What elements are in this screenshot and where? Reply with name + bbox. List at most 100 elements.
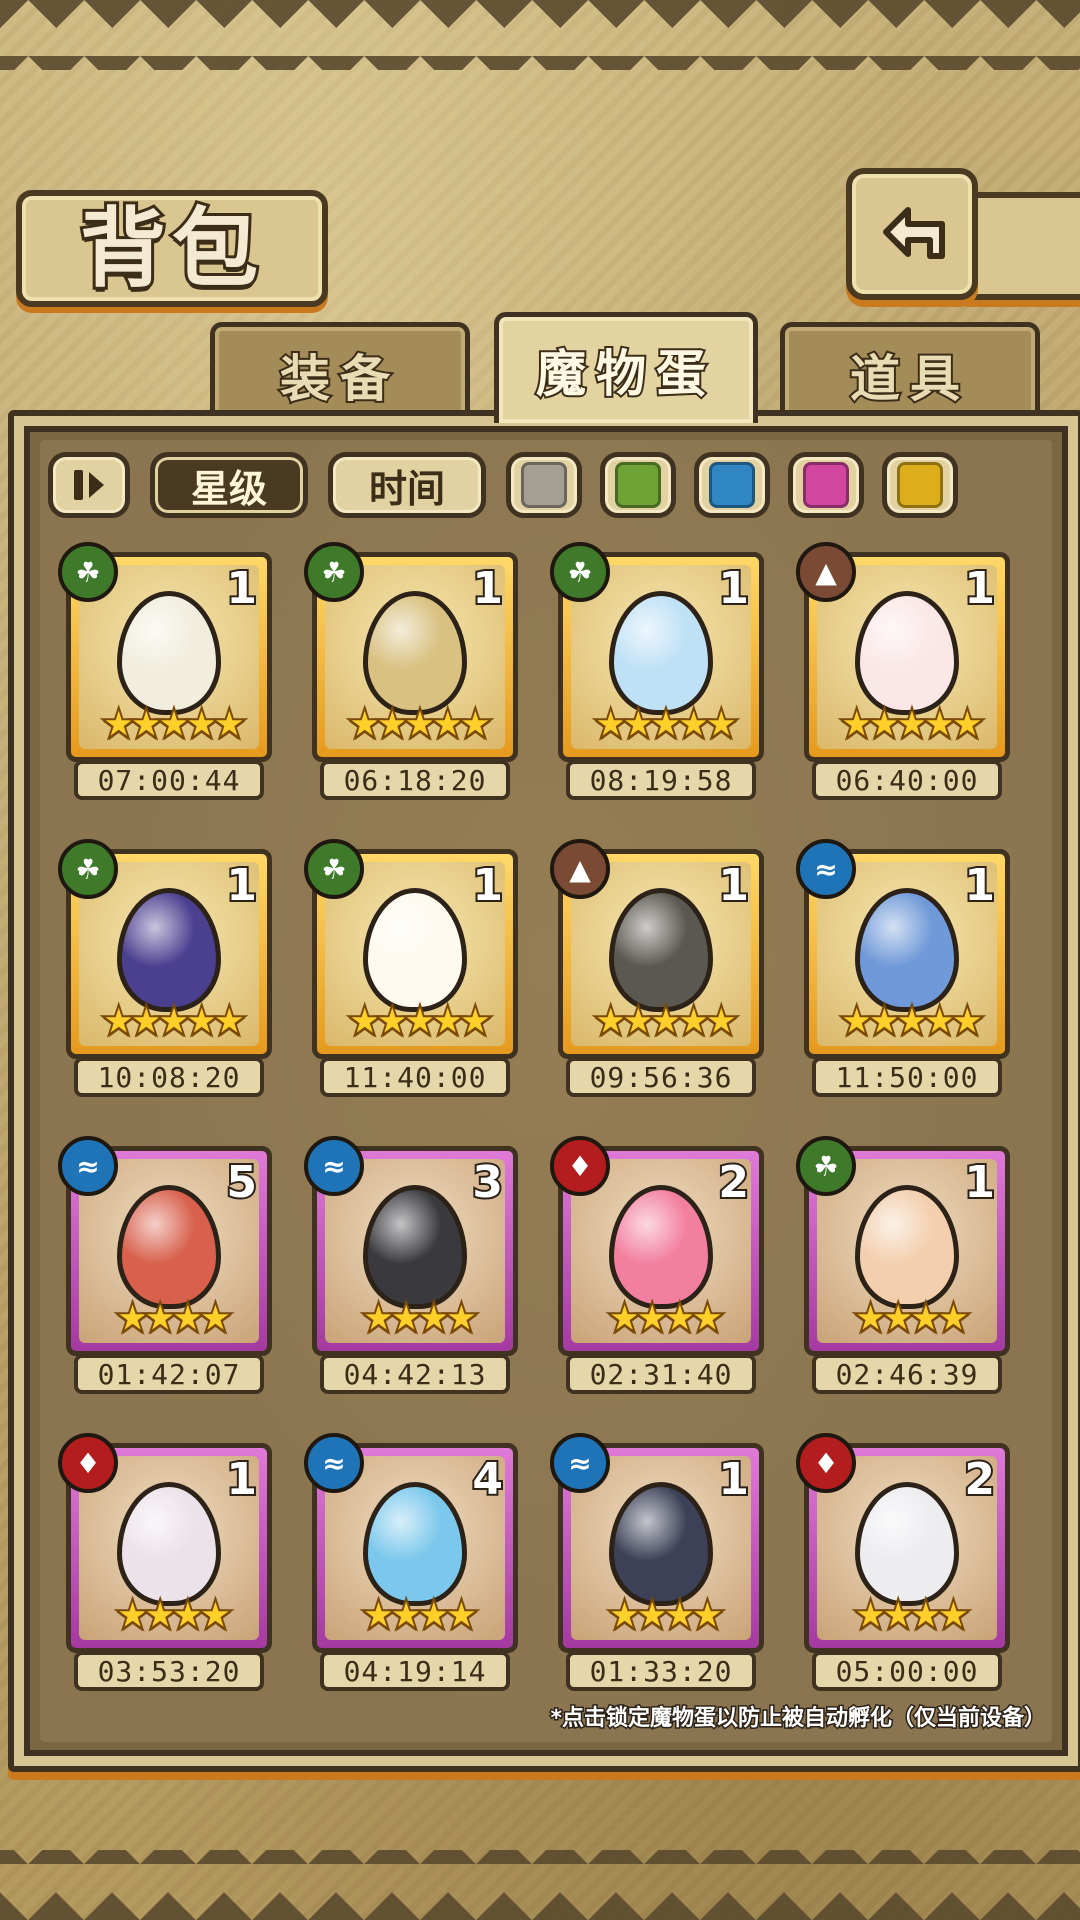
sort-by-star-label: 星级 xyxy=(190,466,267,511)
egg-card[interactable]: 3 ★★★★ ≈ 04:42:13 xyxy=(304,1136,518,1394)
star-icon: ★ xyxy=(455,996,495,1045)
star-icon: ★ xyxy=(646,996,686,1045)
sort-by-star-button[interactable]: 星级 xyxy=(150,452,308,518)
egg-card[interactable]: 1 ★★★★★ ☘ 06:18:20 xyxy=(304,542,518,800)
egg-card[interactable]: 1 ★★★★★ ▲ 06:40:00 xyxy=(796,542,1010,800)
back-button[interactable] xyxy=(846,168,978,300)
star-icon: ★ xyxy=(605,1590,645,1639)
star-icon: ★ xyxy=(878,1293,918,1342)
sort-order-icon xyxy=(74,470,104,500)
star-icon: ★ xyxy=(906,1293,946,1342)
water-element-icon: ≈ xyxy=(304,1136,364,1196)
star-icon: ★ xyxy=(920,996,960,1045)
egg-card[interactable]: 4 ★★★★ ≈ 04:19:14 xyxy=(304,1433,518,1691)
star-icon: ★ xyxy=(947,996,987,1045)
hatch-timer: 02:31:40 xyxy=(566,1354,756,1394)
hatch-time: 08:19:58 xyxy=(589,763,733,797)
star-rating: ★★★★★ xyxy=(563,702,759,746)
filter-bar: 星级 时间 xyxy=(48,452,1048,524)
egg-card[interactable]: 1 ★★★★ ♦ 03:53:20 xyxy=(58,1433,272,1691)
sort-by-time-button[interactable]: 时间 xyxy=(328,452,486,518)
star-icon: ★ xyxy=(127,996,167,1045)
star-icon: ★ xyxy=(359,1590,399,1639)
star-rating: ★★★★★ xyxy=(317,702,513,746)
star-rating: ★★★★ xyxy=(71,1296,267,1340)
hatch-timer: 10:08:20 xyxy=(74,1057,264,1097)
nature-element-icon: ☘ xyxy=(550,542,610,602)
egg-card[interactable]: 2 ★★★★ ♦ 05:00:00 xyxy=(796,1433,1010,1691)
star-icon: ★ xyxy=(701,996,741,1045)
egg-card[interactable]: 1 ★★★★★ ☘ 08:19:58 xyxy=(550,542,764,800)
egg-count: 5 xyxy=(224,1155,259,1210)
hatch-timer: 05:00:00 xyxy=(812,1651,1002,1691)
hatch-timer: 04:42:13 xyxy=(320,1354,510,1394)
filter-pink-button[interactable] xyxy=(788,452,864,518)
egg-card[interactable]: 1 ★★★★★ ☘ 10:08:20 xyxy=(58,839,272,1097)
sort-by-time-label: 时间 xyxy=(368,466,445,511)
hatch-time: 05:00:00 xyxy=(835,1654,979,1688)
tab-monster-eggs[interactable]: 魔物蛋 xyxy=(494,312,758,423)
egg-card[interactable]: 1 ★★★★ ≈ 01:33:20 xyxy=(550,1433,764,1691)
star-icon: ★ xyxy=(345,699,385,748)
hatch-timer: 08:19:58 xyxy=(566,760,756,800)
hatch-timer: 03:53:20 xyxy=(74,1651,264,1691)
egg-card[interactable]: 5 ★★★★ ≈ 01:42:07 xyxy=(58,1136,272,1394)
star-icon: ★ xyxy=(934,1293,974,1342)
earth-element-icon: ▲ xyxy=(796,542,856,602)
egg-count: 1 xyxy=(470,561,505,616)
egg-count: 1 xyxy=(224,858,259,913)
pink-swatch xyxy=(803,462,849,508)
water-element-icon: ≈ xyxy=(304,1433,364,1493)
fire-element-icon: ♦ xyxy=(796,1433,856,1493)
star-icon: ★ xyxy=(386,1590,426,1639)
star-icon: ★ xyxy=(113,1590,153,1639)
filter-gray-button[interactable] xyxy=(506,452,582,518)
star-icon: ★ xyxy=(168,1293,208,1342)
hatch-time: 06:40:00 xyxy=(835,763,979,797)
filter-gold-button[interactable] xyxy=(882,452,958,518)
star-icon: ★ xyxy=(591,996,631,1045)
star-icon: ★ xyxy=(865,996,905,1045)
egg-card[interactable]: 1 ★★★★ ☘ 02:46:39 xyxy=(796,1136,1010,1394)
star-icon: ★ xyxy=(632,1293,672,1342)
star-icon: ★ xyxy=(851,1590,891,1639)
tab-equipment[interactable]: 装备 xyxy=(210,322,470,423)
filter-blue-button[interactable] xyxy=(694,452,770,518)
sort-order-button[interactable] xyxy=(48,452,130,518)
water-element-icon: ≈ xyxy=(796,839,856,899)
star-icon: ★ xyxy=(619,699,659,748)
star-icon: ★ xyxy=(182,699,222,748)
star-icon: ★ xyxy=(209,996,249,1045)
star-icon: ★ xyxy=(196,1590,236,1639)
star-icon: ★ xyxy=(168,1590,208,1639)
egg-card[interactable]: 2 ★★★★ ♦ 02:31:40 xyxy=(550,1136,764,1394)
water-element-icon: ≈ xyxy=(58,1136,118,1196)
hatch-time: 04:19:14 xyxy=(343,1654,487,1688)
star-icon: ★ xyxy=(99,996,139,1045)
star-icon: ★ xyxy=(345,996,385,1045)
egg-count: 1 xyxy=(224,561,259,616)
egg-count: 3 xyxy=(470,1155,505,1210)
egg-count: 1 xyxy=(962,1155,997,1210)
tab-items[interactable]: 道具 xyxy=(780,322,1040,423)
filter-green-button[interactable] xyxy=(600,452,676,518)
star-icon: ★ xyxy=(209,699,249,748)
egg-card[interactable]: 1 ★★★★★ ≈ 11:50:00 xyxy=(796,839,1010,1097)
star-icon: ★ xyxy=(359,1293,399,1342)
hatch-time: 04:42:13 xyxy=(343,1357,487,1391)
back-bar xyxy=(966,192,1080,300)
fire-element-icon: ♦ xyxy=(550,1136,610,1196)
hatch-time: 03:53:20 xyxy=(97,1654,241,1688)
egg-count: 1 xyxy=(224,1452,259,1507)
star-rating: ★★★★ xyxy=(563,1296,759,1340)
nature-element-icon: ☘ xyxy=(304,542,364,602)
egg-card[interactable]: 1 ★★★★★ ▲ 09:56:36 xyxy=(550,839,764,1097)
egg-card[interactable]: 1 ★★★★★ ☘ 11:40:00 xyxy=(304,839,518,1097)
hatch-timer: 06:18:20 xyxy=(320,760,510,800)
tab-label: 魔物蛋 xyxy=(534,343,716,405)
star-icon: ★ xyxy=(688,1590,728,1639)
nature-element-icon: ☘ xyxy=(796,1136,856,1196)
star-icon: ★ xyxy=(632,1590,672,1639)
egg-count: 1 xyxy=(962,561,997,616)
egg-card[interactable]: 1 ★★★★★ ☘ 07:00:44 xyxy=(58,542,272,800)
